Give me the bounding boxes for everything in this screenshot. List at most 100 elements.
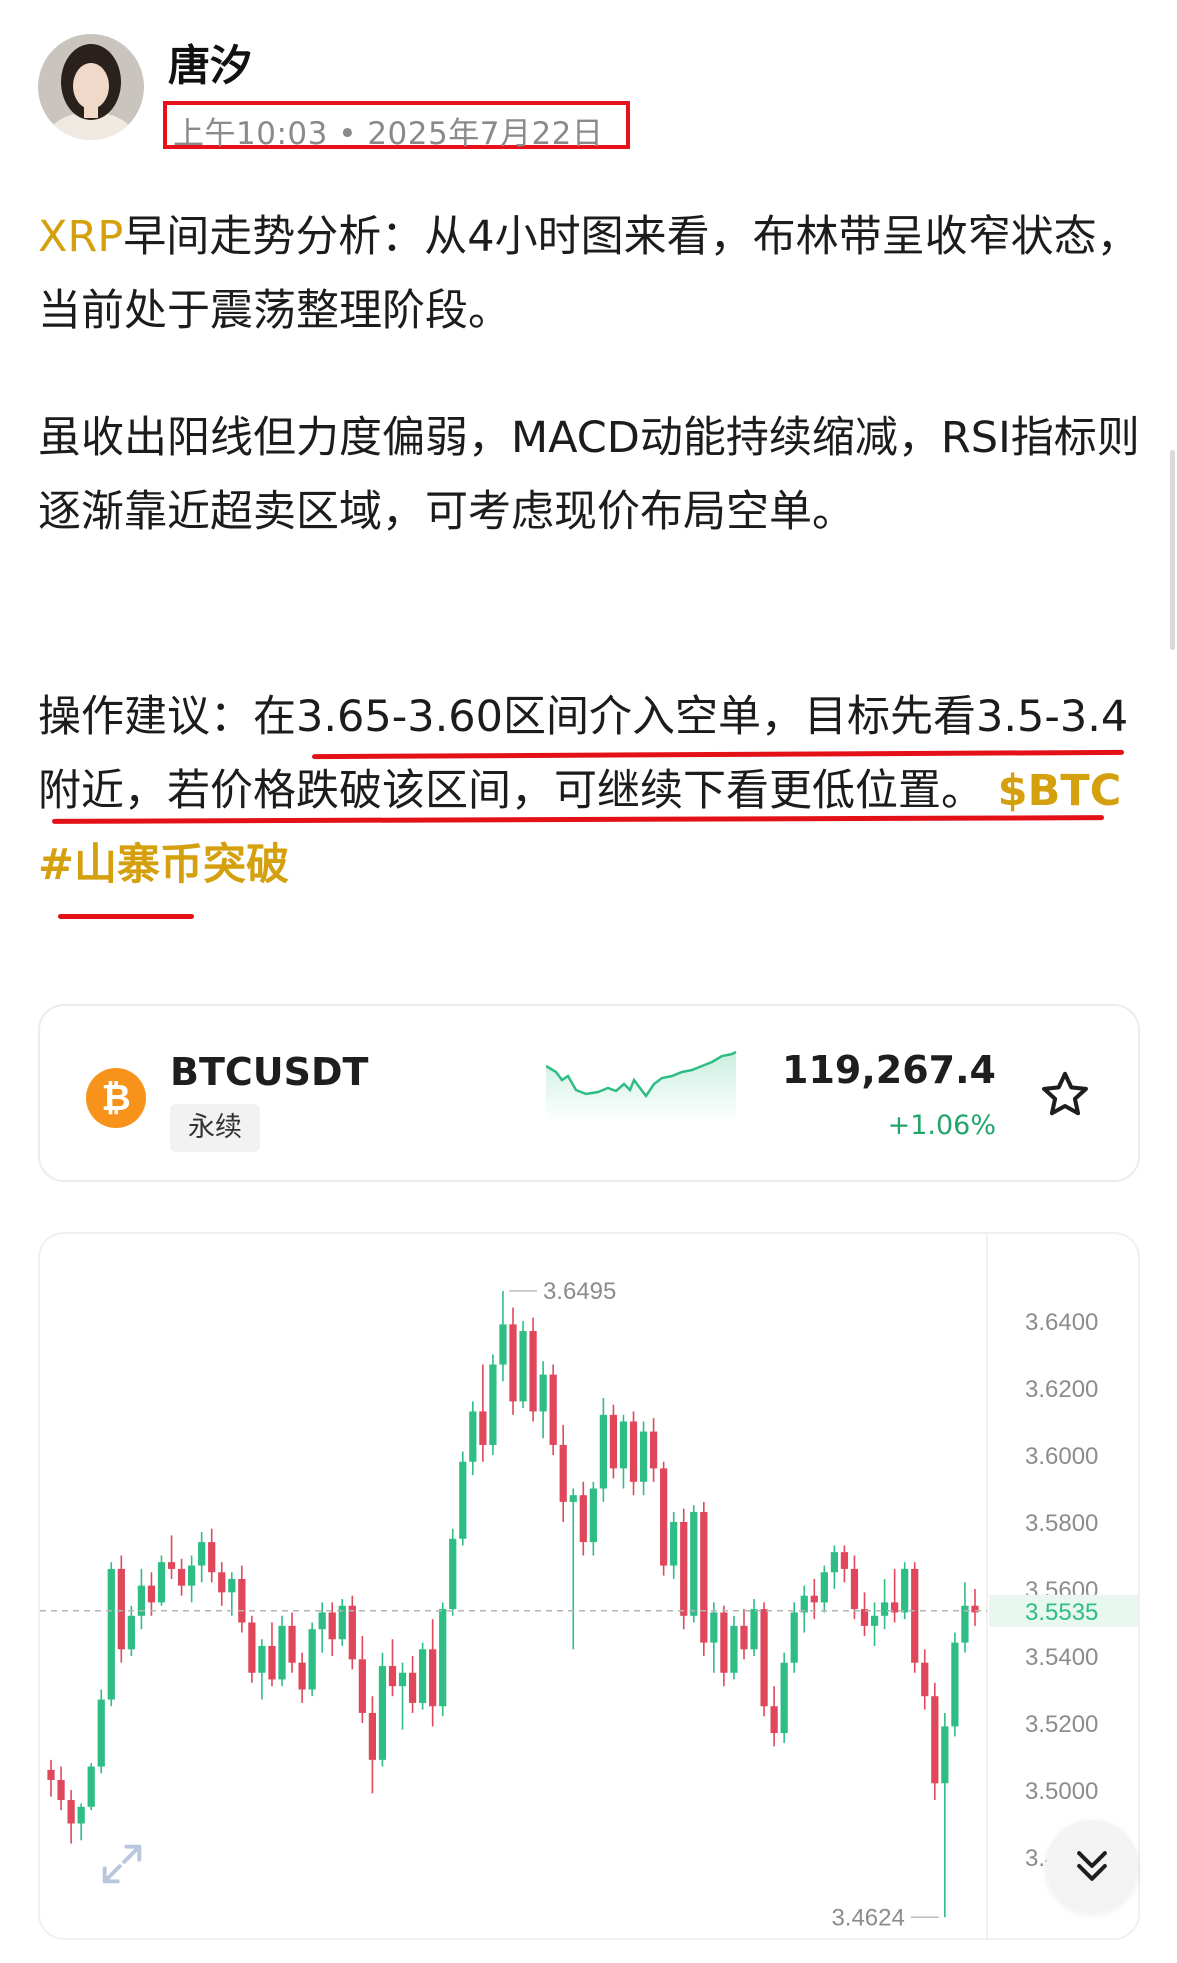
candle-body [328,1612,336,1640]
candle-body [157,1562,166,1603]
candle-body [931,1696,939,1784]
candle-body [248,1622,256,1673]
favorite-star-icon[interactable] [1038,1068,1092,1122]
candle-body [348,1605,356,1660]
candle-body [780,1662,788,1734]
candle-body [941,1726,949,1784]
candle-body [850,1568,859,1610]
candle-body [710,1612,718,1643]
y-tick-label: 3.6200 [1025,1376,1098,1403]
candle-body [609,1414,618,1469]
candle-body [258,1645,266,1673]
candle-body [740,1625,748,1650]
candle-body [720,1612,728,1673]
candle-body [208,1542,216,1573]
candle-body [439,1609,447,1707]
scroll-down-button[interactable] [1046,1820,1138,1912]
post-timestamp: 上午10:03 • 2025年7月22日 [173,116,604,152]
post-paragraph-2: 虽收出阳线但力度偏弱，MACD动能持续缩减，RSI指标则逐渐靠近超卖区域，可考虑… [38,413,1140,537]
candle-body [670,1522,678,1566]
candle-body [649,1431,658,1469]
candle-body [308,1629,316,1690]
candle-body [680,1522,688,1616]
candle-body [167,1562,176,1569]
candle-body [268,1645,276,1680]
candle-body [97,1699,105,1767]
ticker-card[interactable]: ₿ BTCUSDT 永续 119,267.4 +1.06% [38,1004,1140,1182]
candle-body [398,1672,407,1687]
scrollbar[interactable] [1170,450,1175,650]
candle-body [589,1488,597,1543]
candle-body [790,1612,798,1663]
y-tick-label: 3.5800 [1025,1510,1098,1537]
candle-body [358,1659,366,1713]
price-chart[interactable]: 3.6400 3.6200 3.6000 3.5800 3.5600 3.5400 3.52… [38,1232,1140,1940]
candle-body [117,1568,125,1650]
candle-body [750,1609,758,1650]
post-paragraph-3: 操作建议：在3.65-3.60区间介入空单，目标先看3.5-3.4附近，若价格跌… [38,680,1148,902]
candle-body [860,1609,869,1626]
bitcoin-icon: ₿ [86,1068,146,1128]
ticker-price: 119,267.4 [782,1048,996,1092]
avatar-image [38,34,144,140]
candle-body [921,1662,929,1697]
candle-body [810,1595,818,1603]
candle-body [278,1625,286,1680]
candle-body [579,1495,587,1543]
y-tick-label: 3.5200 [1025,1711,1098,1738]
candle-body [539,1374,547,1412]
sparkline [546,1050,737,1122]
candle-body [218,1572,226,1593]
candle-body [87,1766,95,1807]
candle-body [449,1538,457,1610]
candlestick-chart: 3.64003.62003.60003.58003.56003.54003.52… [40,1234,1138,1938]
candle-body [639,1431,648,1482]
double-chevron-down-icon [1077,1851,1107,1881]
candle-body [951,1642,959,1727]
timestamp-highlight-box: 上午10:03 • 2025年7月22日 [163,101,630,152]
candle-body [770,1706,778,1734]
y-tick-label: 3.6400 [1025,1309,1098,1336]
candle-body [911,1568,919,1663]
candle-body [870,1615,879,1626]
candle-body [228,1578,236,1593]
candle-body [408,1672,417,1703]
ticker-change: +1.06% [887,1110,996,1141]
candle-body [288,1625,296,1663]
candle-body [549,1374,557,1445]
candle-body [519,1331,527,1402]
candle-body [529,1331,537,1412]
hashtag-link[interactable]: #山寨币突破 [38,840,289,890]
candle-body [198,1542,206,1566]
candle-body [800,1595,808,1613]
candle-body [298,1662,306,1690]
symbol-link[interactable]: XRP [38,212,123,262]
low-price-label: 3.4624 [831,1904,904,1931]
author-name[interactable]: 唐汐 [168,32,252,93]
candle-body [57,1779,65,1801]
expand-icon[interactable] [96,1838,148,1890]
candle-body [660,1468,668,1566]
candle-body [619,1421,628,1469]
current-price-label: 3.5535 [1025,1599,1098,1626]
contract-type-tag: 永续 [170,1104,260,1152]
candle-body [629,1421,638,1482]
post-paragraph-1: XRP早间走势分析：从4小时图来看，布林带呈收窄状态，当前处于震荡整理阶段。 [38,200,1148,348]
avatar[interactable] [38,34,144,140]
cashtag-link[interactable]: $BTC [998,766,1122,816]
candle-body [177,1568,186,1586]
candle-body [489,1364,497,1445]
candle-body [67,1800,75,1824]
high-price-label: 3.6495 [543,1278,616,1305]
candle-body [77,1806,85,1824]
candle-body [127,1615,135,1650]
y-tick-label: 3.6000 [1025,1443,1098,1470]
candle-body [690,1511,698,1616]
candle-body [880,1602,889,1616]
candle-body [479,1411,487,1445]
candle-body [509,1324,517,1402]
candle-body [188,1565,196,1586]
candle-body [559,1444,567,1502]
paragraph-1-text: 早间走势分析：从4小时图来看，布林带呈收窄状态，当前处于震荡整理阶段。 [38,212,1140,336]
candle-body [569,1495,577,1502]
